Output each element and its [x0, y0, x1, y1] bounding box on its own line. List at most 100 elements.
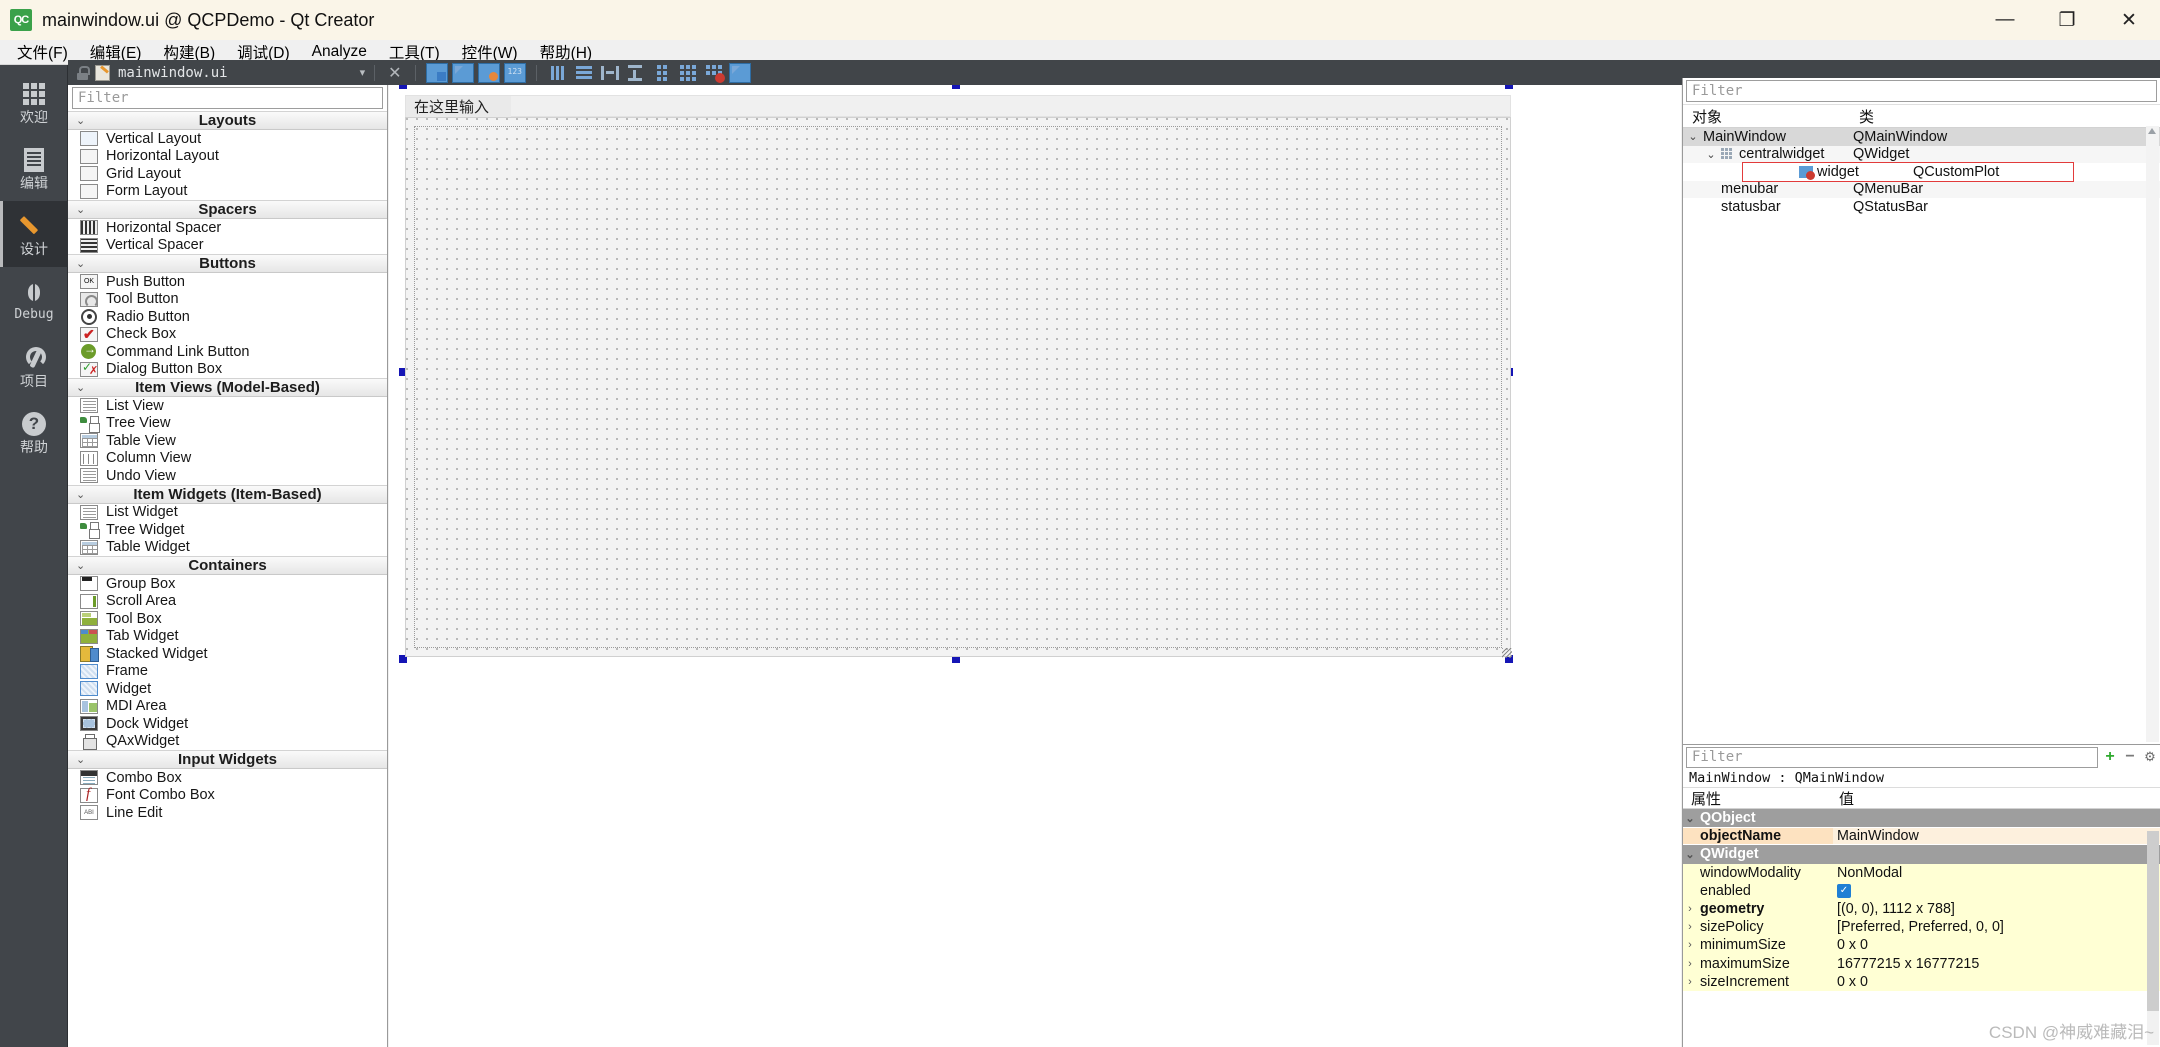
restore-button[interactable]: ❐ — [2036, 0, 2098, 40]
property-value[interactable]: 16777215 x 16777215 — [1833, 956, 2160, 972]
close-button[interactable]: ✕ — [2098, 0, 2160, 40]
property-value[interactable]: [(0, 0), 1112 x 788] — [1833, 901, 2160, 917]
widget-item[interactable]: MDI Area — [68, 698, 387, 716]
widget-group-header[interactable]: ⌄Buttons — [68, 254, 387, 273]
mode-welcome[interactable]: 欢迎 — [0, 69, 68, 135]
widget-item[interactable]: Table Widget — [68, 539, 387, 557]
widget-item[interactable]: Group Box — [68, 575, 387, 593]
scrollbar-thumb[interactable] — [2147, 831, 2159, 1011]
chevron-right-icon[interactable]: › — [1683, 976, 1697, 988]
widget-item[interactable]: Tab Widget — [68, 628, 387, 646]
property-editor-filter[interactable]: Filter — [1686, 747, 2098, 768]
widget-item[interactable]: Tree View — [68, 415, 387, 433]
object-inspector-scrollbar[interactable] — [2146, 126, 2159, 742]
form-menu-bar[interactable]: 在这里输入 — [405, 95, 1511, 117]
widget-item[interactable]: Radio Button — [68, 308, 387, 326]
widget-item[interactable]: List View — [68, 397, 387, 415]
chevron-right-icon[interactable]: › — [1683, 921, 1697, 933]
resize-grip-icon[interactable] — [1502, 648, 1512, 658]
property-row[interactable]: ›sizePolicy[Preferred, Preferred, 0, 0] — [1683, 918, 2160, 936]
mode-edit[interactable]: 编辑 — [0, 135, 68, 201]
object-inspector-tree[interactable]: ⌄MainWindowQMainWindow⌄centralwidgetQWid… — [1683, 128, 2160, 216]
menu-type-here-label[interactable]: 在这里输入 — [406, 96, 511, 117]
widget-item[interactable]: Font Combo Box — [68, 787, 387, 805]
layout-vertically-icon[interactable] — [573, 63, 595, 83]
widget-group-header[interactable]: ⌄Spacers — [68, 200, 387, 219]
property-row[interactable]: ›geometry[(0, 0), 1112 x 788] — [1683, 900, 2160, 918]
close-document-icon[interactable]: ✕ — [384, 63, 405, 83]
widget-item[interactable]: ABILine Edit — [68, 804, 387, 822]
form-preview[interactable]: 在这里输入 — [403, 85, 1513, 873]
adjust-size-icon[interactable] — [729, 63, 751, 83]
minimize-button[interactable]: — — [1974, 0, 2036, 40]
form-central-widget[interactable] — [405, 117, 1511, 657]
widget-item[interactable]: Check Box — [68, 326, 387, 344]
widget-item[interactable]: Undo View — [68, 467, 387, 485]
widget-group-header[interactable]: ⌄Input Widgets — [68, 750, 387, 769]
lock-icon[interactable] — [76, 66, 89, 80]
chevron-down-icon[interactable]: ⌄ — [1687, 130, 1699, 143]
chevron-down-icon[interactable]: ⌄ — [1705, 148, 1717, 161]
add-property-icon[interactable]: + — [2100, 747, 2120, 767]
layout-form-icon[interactable] — [651, 63, 673, 83]
property-editor-rows[interactable]: ⌄QObjectobjectNameMainWindow⌄QWidgetwind… — [1683, 809, 2160, 991]
widget-item[interactable]: Tree Widget — [68, 521, 387, 539]
widget-group-header[interactable]: ⌄Item Widgets (Item-Based) — [68, 485, 387, 504]
property-editor-scrollbar[interactable] — [2147, 831, 2159, 1045]
property-row[interactable]: ⌄QWidget — [1683, 845, 2160, 863]
widget-item[interactable]: Tool Button — [68, 291, 387, 309]
property-row[interactable]: ›sizeIncrement0 x 0 — [1683, 973, 2160, 991]
edit-tab-order-icon[interactable]: 123 — [504, 63, 526, 83]
object-tree-row[interactable]: menubarQMenuBar — [1683, 181, 2160, 199]
property-row[interactable]: ›maximumSize16777215 x 16777215 — [1683, 955, 2160, 973]
mode-debug[interactable]: Debug — [0, 267, 68, 333]
widget-item[interactable]: Column View — [68, 450, 387, 468]
layout-splitter-horizontal-icon[interactable] — [599, 63, 621, 83]
mode-design[interactable]: 设计 — [0, 201, 68, 267]
widget-item[interactable]: Widget — [68, 680, 387, 698]
widget-group-header[interactable]: ⌄Layouts — [68, 111, 387, 130]
property-row[interactable]: objectNameMainWindow — [1683, 827, 2160, 845]
widget-item[interactable]: Vertical Spacer — [68, 237, 387, 255]
edit-signals-slots-icon[interactable] — [452, 63, 474, 83]
object-tree-row[interactable]: statusbarQStatusBar — [1683, 198, 2160, 216]
object-tree-row[interactable]: widgetQCustomPlot — [1743, 163, 2073, 181]
property-row[interactable]: ⌄QObject — [1683, 809, 2160, 827]
property-value[interactable]: ✓ — [1833, 884, 2160, 898]
remove-property-icon[interactable]: − — [2120, 747, 2140, 767]
property-row[interactable]: windowModalityNonModal — [1683, 864, 2160, 882]
mode-projects[interactable]: 项目 — [0, 333, 68, 399]
widget-item[interactable]: Frame — [68, 663, 387, 681]
edit-widgets-icon[interactable] — [426, 63, 448, 83]
layout-splitter-vertical-icon[interactable] — [625, 63, 647, 83]
open-file-name[interactable]: mainwindow.ui — [118, 65, 228, 81]
widget-item[interactable]: QAxWidget — [68, 733, 387, 751]
chevron-right-icon[interactable]: › — [1683, 958, 1697, 970]
widget-item[interactable]: Command Link Button — [68, 343, 387, 361]
object-inspector-filter[interactable]: Filter — [1686, 80, 2157, 102]
widget-item[interactable]: Stacked Widget — [68, 645, 387, 663]
widget-item[interactable]: Grid Layout — [68, 165, 387, 183]
widget-item[interactable]: Table View — [68, 432, 387, 450]
widget-box-filter[interactable]: Filter — [72, 87, 383, 109]
edit-buddies-icon[interactable] — [478, 63, 500, 83]
widget-group-header[interactable]: ⌄Containers — [68, 556, 387, 575]
property-row[interactable]: enabled✓ — [1683, 882, 2160, 900]
property-value[interactable]: MainWindow — [1833, 828, 2160, 844]
property-row[interactable]: ›minimumSize0 x 0 — [1683, 936, 2160, 954]
form-custom-plot-widget[interactable] — [414, 126, 1502, 648]
widget-box-list[interactable]: ⌄LayoutsVertical LayoutHorizontal Layout… — [68, 111, 387, 1047]
widget-item[interactable]: Vertical Layout — [68, 130, 387, 148]
widget-item[interactable]: Combo Box — [68, 769, 387, 787]
widget-item[interactable]: Form Layout — [68, 183, 387, 201]
configure-icon[interactable]: ⚙ — [2140, 747, 2160, 767]
chevron-down-icon[interactable]: ⌄ — [1683, 848, 1697, 861]
chevron-down-icon[interactable]: ▾ — [360, 66, 366, 79]
form-editor-canvas[interactable]: 在这里输入 — [389, 85, 1681, 1047]
scroll-up-icon[interactable] — [2148, 128, 2156, 134]
property-value[interactable]: NonModal — [1833, 865, 2160, 881]
chevron-down-icon[interactable]: ⌄ — [1683, 812, 1697, 825]
layout-horizontally-icon[interactable] — [547, 63, 569, 83]
mode-help[interactable]: ? 帮助 — [0, 399, 68, 465]
widget-item[interactable]: List Widget — [68, 504, 387, 522]
